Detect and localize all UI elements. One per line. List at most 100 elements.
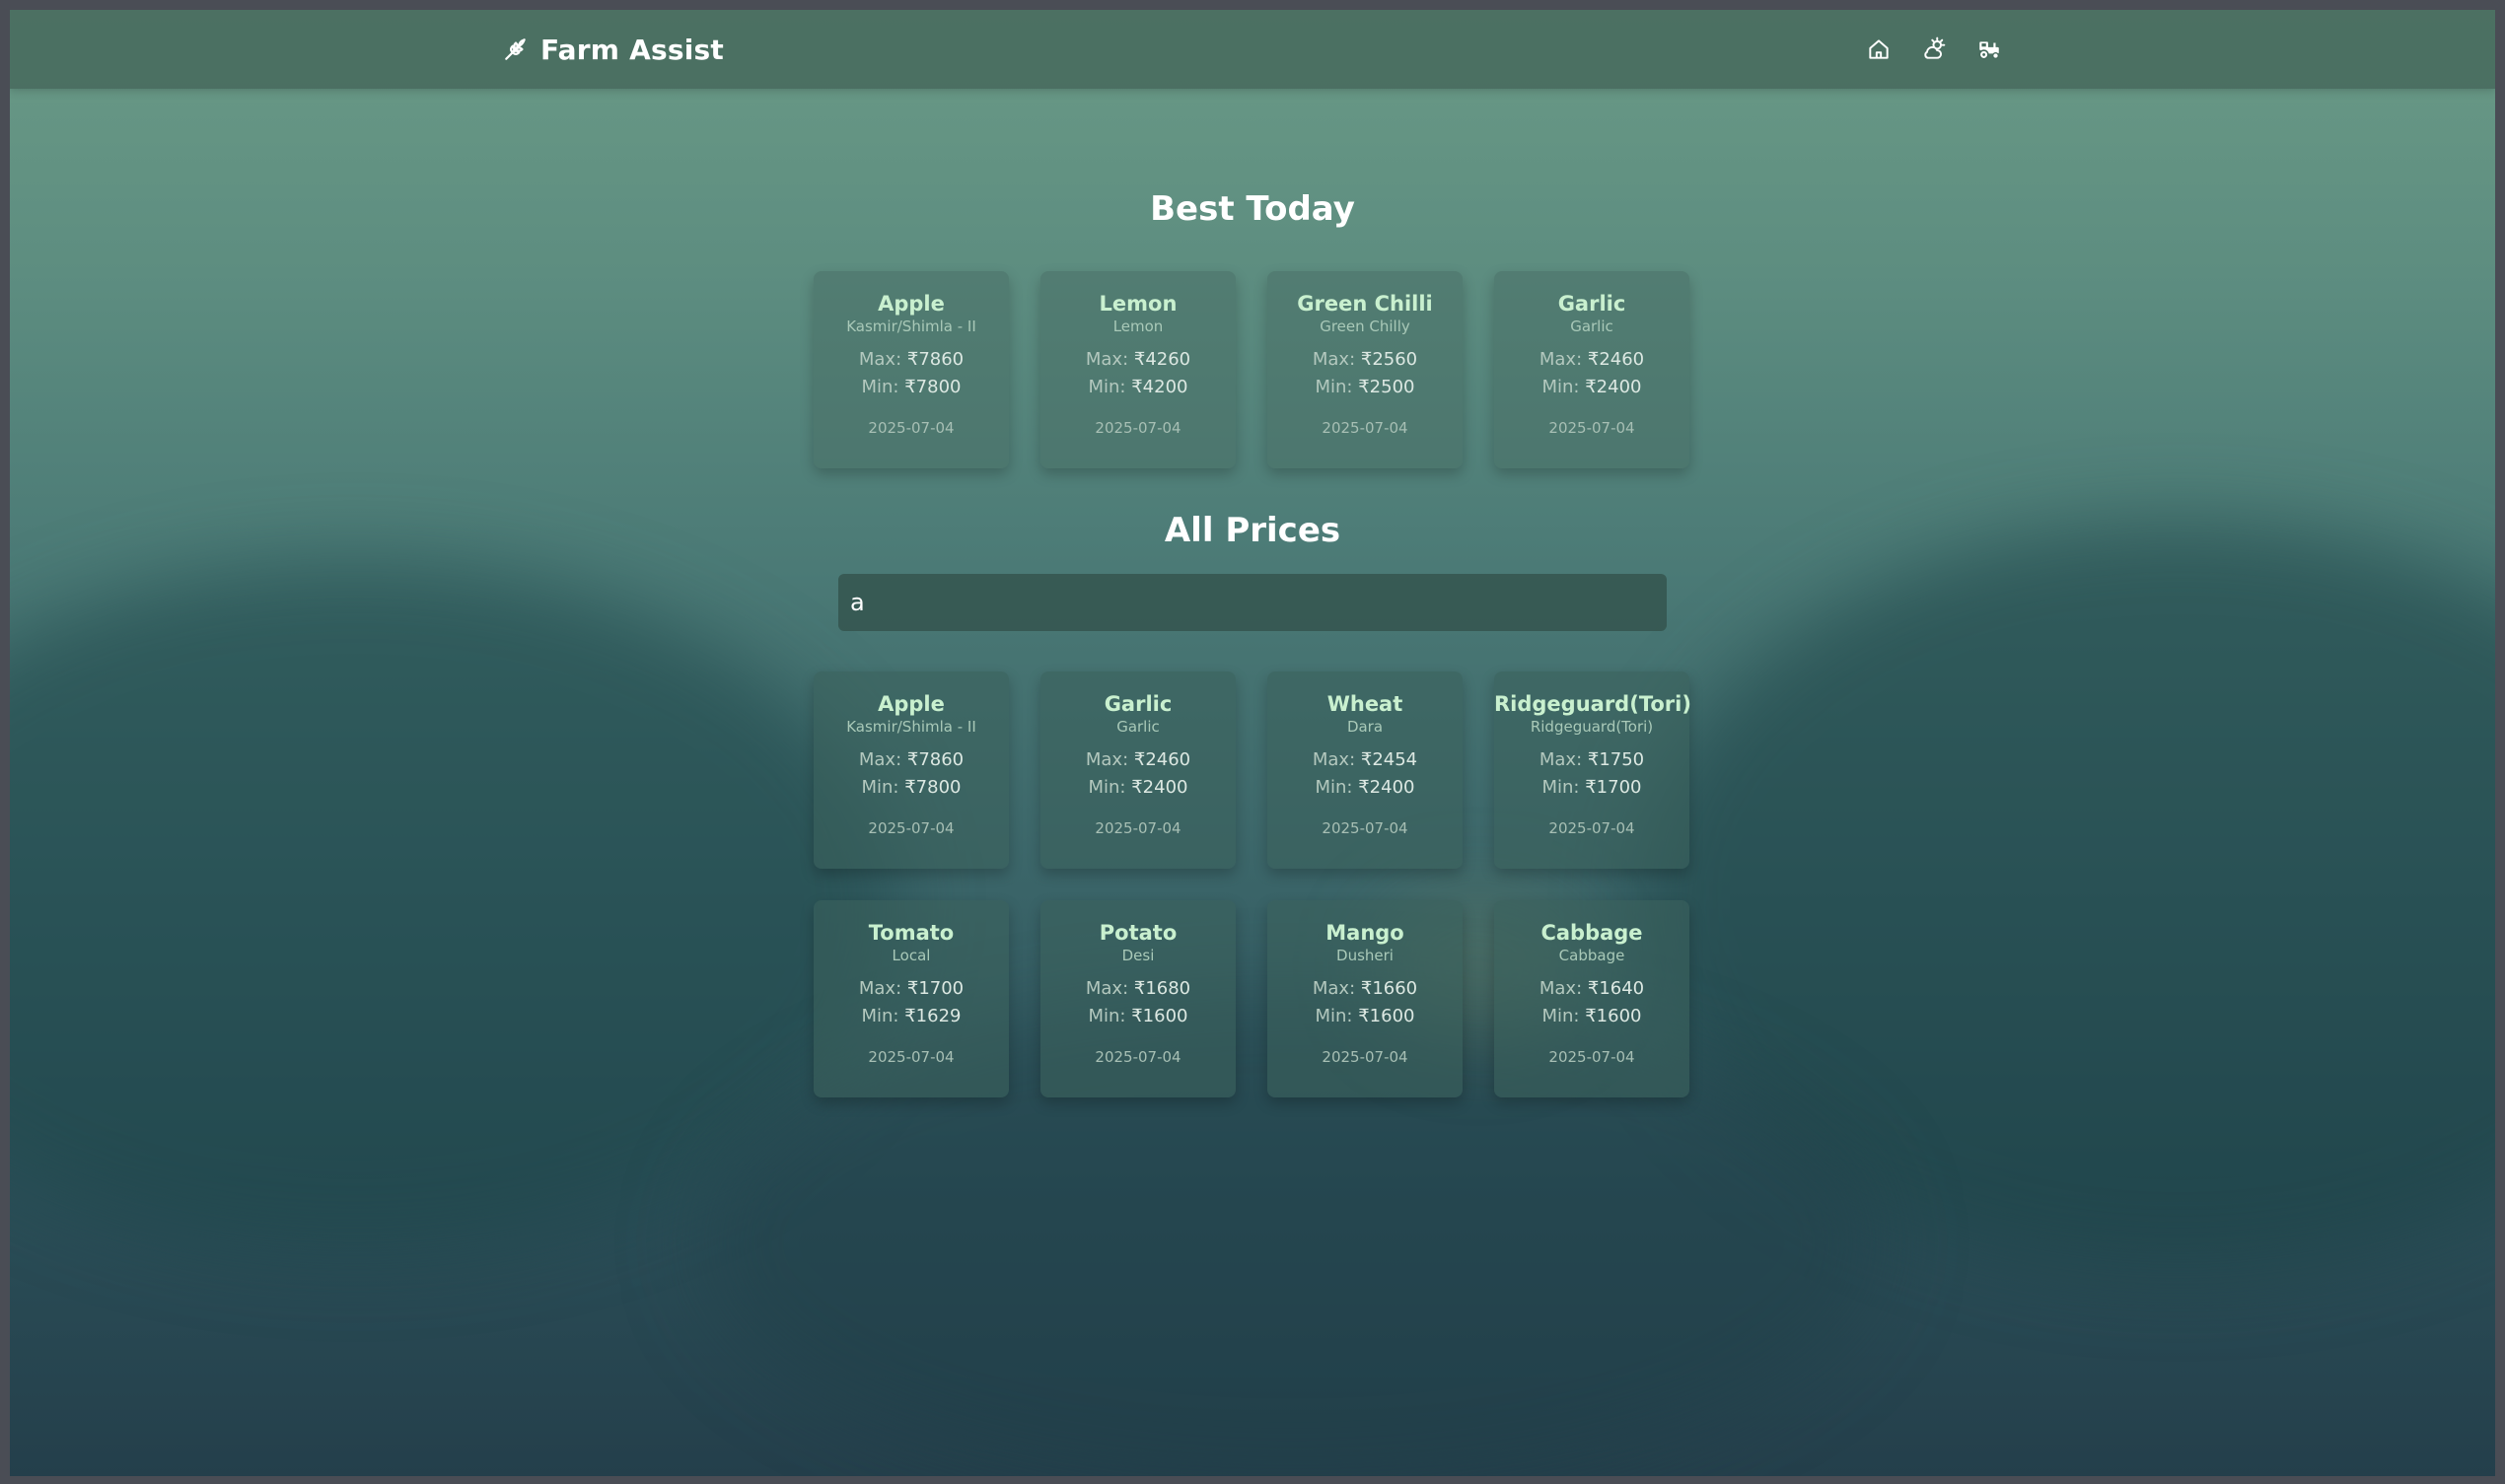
max-label: Max: — [858, 349, 902, 370]
commodity-variety: Garlic — [1116, 718, 1160, 736]
price-card[interactable]: Mango Dusheri Max: ₹1660 Min: ₹1600 2025… — [1267, 900, 1463, 1097]
min-label: Min: — [861, 377, 899, 397]
price-card[interactable]: Wheat Dara Max: ₹2454 Min: ₹2400 2025-07… — [1267, 671, 1463, 869]
min-value: ₹7800 — [904, 777, 962, 798]
commodity-name: Lemon — [1099, 292, 1178, 316]
price-block: Max: ₹1640 Min: ₹1600 — [1494, 975, 1689, 1030]
price-card[interactable]: Ridgeguard(Tori) Ridgeguard(Tori) Max: ₹… — [1494, 671, 1691, 869]
all-prices-grid: Apple Kasmir/Shimla - II Max: ₹7860 Min:… — [814, 671, 1691, 1097]
max-value: ₹1660 — [1360, 978, 1418, 999]
commodity-name: Mango — [1325, 921, 1404, 945]
min-price: Min: ₹1600 — [1267, 1003, 1463, 1030]
max-label: Max: — [1085, 749, 1129, 770]
max-label: Max: — [1539, 749, 1583, 770]
min-label: Min: — [1315, 1006, 1353, 1026]
commodity-variety: Kasmir/Shimla - II — [846, 318, 976, 335]
price-card[interactable]: Garlic Garlic Max: ₹2460 Min: ₹2400 2025… — [1040, 671, 1236, 869]
price-card[interactable]: Lemon Lemon Max: ₹4260 Min: ₹4200 2025-0… — [1040, 271, 1236, 468]
best-today-title: Best Today — [1150, 189, 1355, 229]
max-price: Max: ₹1640 — [1494, 975, 1689, 1003]
price-block: Max: ₹7860 Min: ₹7800 — [814, 746, 1009, 802]
nav-icons — [1866, 10, 2002, 89]
min-value: ₹7800 — [904, 377, 962, 397]
commodity-variety: Desi — [1121, 947, 1155, 964]
min-price: Min: ₹2500 — [1267, 374, 1463, 401]
navbar: Farm Assist — [10, 10, 2495, 89]
commodity-variety: Cabbage — [1558, 947, 1625, 964]
max-price: Max: ₹4260 — [1040, 346, 1236, 374]
price-block: Max: ₹2460 Min: ₹2400 — [1040, 746, 1236, 802]
search-input[interactable] — [838, 574, 1667, 631]
price-card[interactable]: Tomato Local Max: ₹1700 Min: ₹1629 2025-… — [814, 900, 1009, 1097]
commodity-variety: Garlic — [1570, 318, 1613, 335]
commodity-variety: Green Chilly — [1320, 318, 1410, 335]
commodity-name: Garlic — [1557, 292, 1626, 316]
min-value: ₹1629 — [904, 1006, 962, 1026]
min-price: Min: ₹7800 — [814, 774, 1009, 802]
min-price: Min: ₹1629 — [814, 1003, 1009, 1030]
min-value: ₹2400 — [1358, 777, 1415, 798]
commodity-name: Cabbage — [1540, 921, 1643, 945]
price-date: 2025-07-04 — [868, 819, 955, 837]
min-value: ₹2400 — [1585, 377, 1642, 397]
commodity-variety: Ridgeguard(Tori) — [1530, 718, 1654, 736]
all-prices-title: All Prices — [1164, 511, 1341, 550]
price-block: Max: ₹1660 Min: ₹1600 — [1267, 975, 1463, 1030]
tractor-icon[interactable] — [1976, 36, 2002, 62]
max-value: ₹1680 — [1133, 978, 1191, 999]
max-label: Max: — [858, 978, 902, 999]
brand[interactable]: Farm Assist — [503, 10, 724, 89]
price-date: 2025-07-04 — [1548, 1048, 1635, 1066]
min-label: Min: — [1088, 1006, 1126, 1026]
max-value: ₹2460 — [1133, 749, 1191, 770]
weather-icon[interactable] — [1921, 36, 1947, 62]
min-label: Min: — [1541, 777, 1580, 798]
max-label: Max: — [1312, 349, 1356, 370]
price-date: 2025-07-04 — [1322, 1048, 1408, 1066]
price-card[interactable]: Apple Kasmir/Shimla - II Max: ₹7860 Min:… — [814, 671, 1009, 869]
price-date: 2025-07-04 — [868, 419, 955, 437]
price-date: 2025-07-04 — [1322, 419, 1408, 437]
price-date: 2025-07-04 — [1095, 419, 1181, 437]
max-price: Max: ₹2560 — [1267, 346, 1463, 374]
max-price: Max: ₹1700 — [814, 975, 1009, 1003]
max-value: ₹1700 — [906, 978, 965, 999]
max-value: ₹7860 — [906, 749, 965, 770]
max-value: ₹1750 — [1587, 749, 1645, 770]
max-value: ₹2560 — [1360, 349, 1418, 370]
commodity-variety: Dara — [1346, 718, 1384, 736]
min-value: ₹1600 — [1358, 1006, 1415, 1026]
min-value: ₹2500 — [1358, 377, 1415, 397]
max-label: Max: — [1085, 978, 1129, 999]
price-block: Max: ₹2460 Min: ₹2400 — [1494, 346, 1689, 401]
min-price: Min: ₹2400 — [1267, 774, 1463, 802]
price-card[interactable]: Apple Kasmir/Shimla - II Max: ₹7860 Min:… — [814, 271, 1009, 468]
price-card[interactable]: Garlic Garlic Max: ₹2460 Min: ₹2400 2025… — [1494, 271, 1689, 468]
commodity-name: Apple — [878, 292, 945, 316]
max-value: ₹7860 — [906, 349, 965, 370]
price-block: Max: ₹7860 Min: ₹7800 — [814, 346, 1009, 401]
price-date: 2025-07-04 — [1548, 819, 1635, 837]
max-value: ₹2460 — [1587, 349, 1645, 370]
wheat-icon — [505, 38, 526, 60]
min-value: ₹1700 — [1585, 777, 1642, 798]
price-card[interactable]: Green Chilli Green Chilly Max: ₹2560 Min… — [1267, 271, 1463, 468]
max-price: Max: ₹1660 — [1267, 975, 1463, 1003]
home-icon[interactable] — [1866, 36, 1892, 62]
price-block: Max: ₹2454 Min: ₹2400 — [1267, 746, 1463, 802]
background-hill — [1637, 523, 2495, 1272]
max-label: Max: — [858, 749, 902, 770]
price-block: Max: ₹1700 Min: ₹1629 — [814, 975, 1009, 1030]
max-price: Max: ₹1680 — [1040, 975, 1236, 1003]
max-label: Max: — [1085, 349, 1129, 370]
price-card[interactable]: Cabbage Cabbage Max: ₹1640 Min: ₹1600 20… — [1494, 900, 1689, 1097]
min-label: Min: — [1088, 377, 1126, 397]
min-label: Min: — [1541, 377, 1580, 397]
commodity-variety: Kasmir/Shimla - II — [846, 718, 976, 736]
commodity-name: Potato — [1099, 921, 1178, 945]
price-card[interactable]: Potato Desi Max: ₹1680 Min: ₹1600 2025-0… — [1040, 900, 1236, 1097]
brand-title: Farm Assist — [540, 33, 724, 66]
commodity-name: Garlic — [1104, 692, 1173, 716]
min-price: Min: ₹7800 — [814, 374, 1009, 401]
max-value: ₹2454 — [1360, 749, 1418, 770]
